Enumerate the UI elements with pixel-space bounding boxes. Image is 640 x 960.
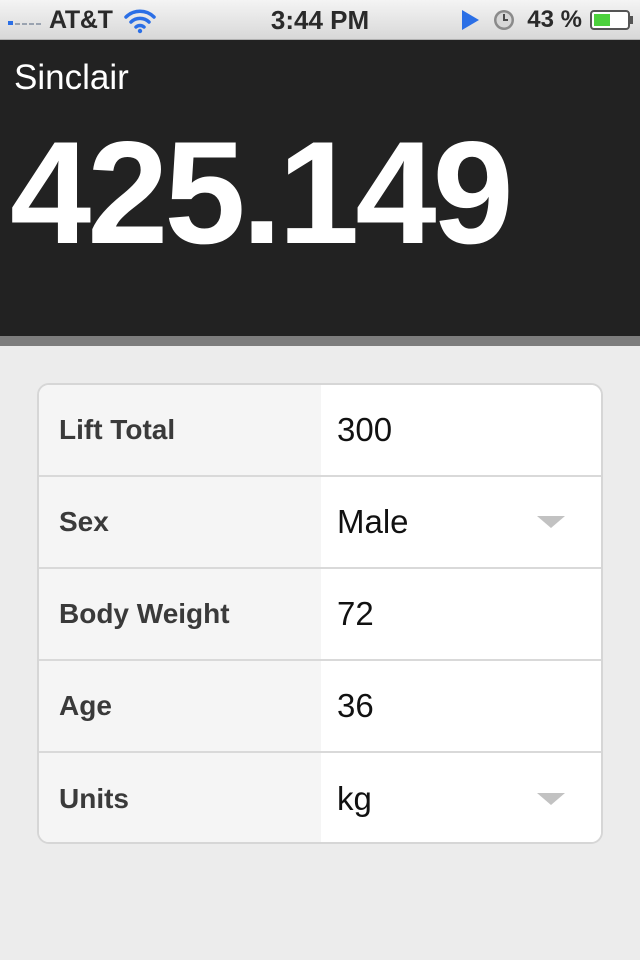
lift-total-input[interactable]: 300 (321, 385, 601, 475)
clock-icon (494, 10, 515, 30)
result-title: Sinclair (14, 58, 129, 97)
location-arrow-icon (462, 10, 480, 30)
body-weight-label: Body Weight (39, 569, 321, 659)
age-value: 36 (337, 687, 374, 724)
lift-total-label: Lift Total (39, 385, 321, 475)
input-form: Lift Total 300 Sex Male Body Weight 72 A… (37, 383, 603, 844)
form-row-age: Age 36 (39, 661, 601, 753)
result-panel: Sinclair 425.149 (0, 40, 640, 336)
lift-total-value: 300 (337, 411, 393, 448)
units-select[interactable]: kg (321, 753, 601, 842)
header-divider (0, 336, 640, 346)
body-weight-input[interactable]: 72 (321, 569, 601, 659)
body-weight-value: 72 (337, 595, 374, 632)
sex-label: Sex (39, 477, 321, 567)
form-row-units: Units kg (39, 753, 601, 842)
battery-percent: 43 % (527, 6, 582, 33)
sex-select[interactable]: Male (321, 477, 601, 567)
age-label: Age (39, 661, 321, 751)
age-input[interactable]: 36 (321, 661, 601, 751)
status-bar-right: 43 % (459, 0, 634, 40)
battery-icon (590, 10, 633, 30)
dropdown-arrow-icon (537, 516, 565, 528)
sex-value: Male (337, 503, 409, 540)
units-label: Units (39, 753, 321, 842)
dropdown-arrow-icon (537, 792, 565, 805)
form-row-sex: Sex Male (39, 477, 601, 569)
units-value: kg (337, 779, 372, 817)
form-row-lift-total: Lift Total 300 (39, 385, 601, 477)
form-row-body-weight: Body Weight 72 (39, 569, 601, 661)
result-value: 425.149 (10, 111, 514, 274)
status-bar: AT&T 3:44 PM 43 % (0, 0, 640, 40)
